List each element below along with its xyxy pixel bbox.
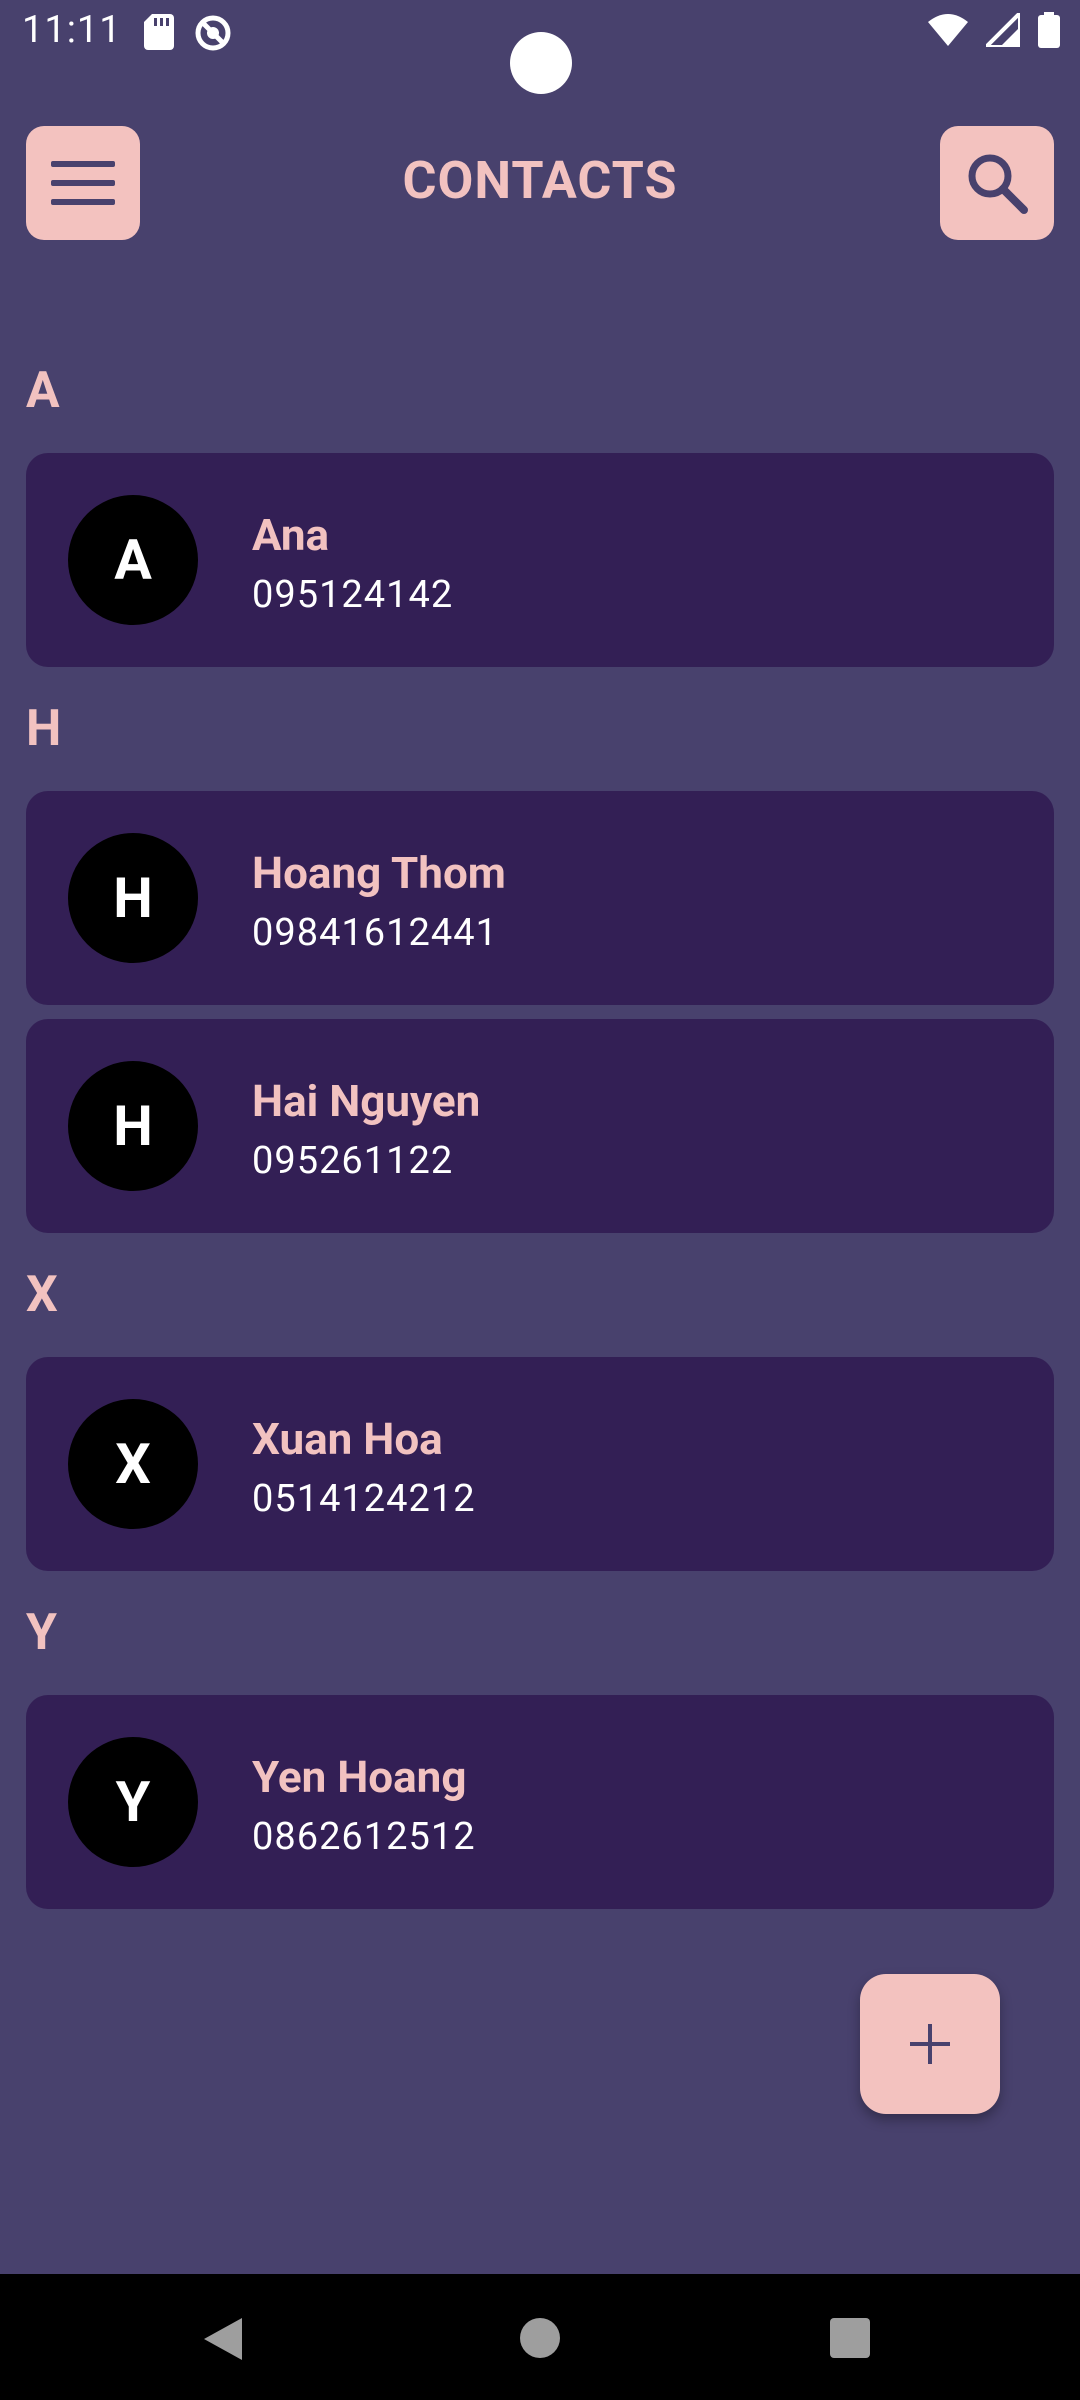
avatar: H	[68, 1061, 198, 1191]
no-disturb-icon	[195, 15, 231, 51]
contact-name: Yen Hoang	[252, 1751, 467, 1803]
avatar: A	[68, 495, 198, 625]
contact-name: Hai Nguyen	[252, 1075, 481, 1127]
avatar: Y	[68, 1737, 198, 1867]
contact-phone: 095124142	[252, 573, 454, 617]
navigation-bar	[0, 2274, 1080, 2400]
contact-item-xuan-hoa[interactable]: X Xuan Hoa 0514124212	[26, 1357, 1054, 1571]
contact-item-ana[interactable]: A Ana 095124142	[26, 453, 1054, 667]
section-header-a: A	[26, 362, 60, 420]
section-header-y: Y	[26, 1604, 57, 1662]
contact-item-hoang-thom[interactable]: H Hoang Thom 09841612441	[26, 791, 1054, 1005]
search-icon	[968, 154, 1028, 214]
section-header-h: H	[26, 700, 62, 758]
status-time: 11:11	[22, 8, 122, 52]
section-header-x: X	[26, 1266, 58, 1324]
contact-phone: 09841612441	[252, 911, 498, 955]
back-icon[interactable]	[202, 2316, 244, 2362]
contact-phone: 095261122	[252, 1139, 454, 1183]
home-icon[interactable]	[520, 2318, 560, 2358]
contact-item-hai-nguyen[interactable]: H Hai Nguyen 095261122	[26, 1019, 1054, 1233]
contact-name: Hoang Thom	[252, 847, 506, 899]
add-contact-button[interactable]	[860, 1974, 1000, 2114]
avatar: X	[68, 1399, 198, 1529]
sd-card-icon	[144, 14, 174, 50]
avatar: H	[68, 833, 198, 963]
contact-phone: 0514124212	[252, 1477, 476, 1521]
wifi-icon	[928, 14, 968, 46]
signal-icon	[986, 13, 1020, 47]
recent-apps-icon[interactable]	[830, 2318, 870, 2358]
contact-phone: 0862612512	[252, 1815, 476, 1859]
search-button[interactable]	[940, 126, 1054, 240]
plus-icon	[910, 2024, 950, 2064]
page-title: CONTACTS	[402, 150, 678, 211]
contact-name: Ana	[252, 509, 330, 561]
contact-name: Xuan Hoa	[252, 1413, 443, 1465]
contact-item-yen-hoang[interactable]: Y Yen Hoang 0862612512	[26, 1695, 1054, 1909]
battery-icon	[1038, 12, 1060, 48]
camera-cutout	[510, 32, 572, 94]
